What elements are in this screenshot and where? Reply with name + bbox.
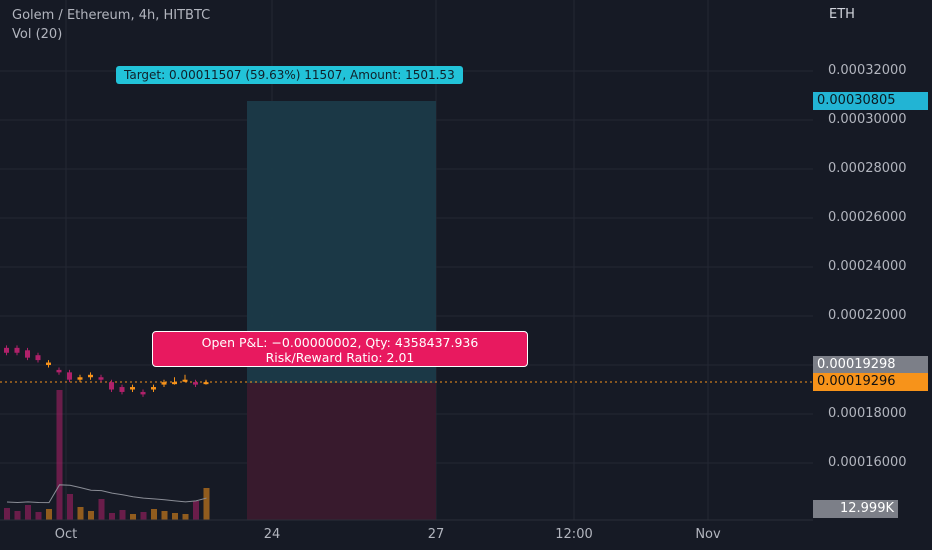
y-tick-label: 0.00024000 xyxy=(828,259,907,274)
candle[interactable] xyxy=(161,382,167,385)
candle[interactable] xyxy=(193,382,198,385)
candle[interactable] xyxy=(109,382,114,390)
candle[interactable] xyxy=(77,377,83,380)
volume-ma-line xyxy=(6,484,207,504)
candle[interactable] xyxy=(88,374,93,378)
chart-title: Golem / Ethereum, 4h, HITBTC xyxy=(12,8,211,23)
volume-bar xyxy=(77,506,84,520)
candle[interactable] xyxy=(67,372,72,380)
target-price-label: 0.00030805 xyxy=(813,92,928,110)
y-tick-label: 0.00016000 xyxy=(828,455,907,470)
currency-label: ETH xyxy=(829,7,855,22)
x-tick-label: 12:00 xyxy=(555,527,593,542)
volume-value-label: 12.999K xyxy=(813,500,898,518)
volume-bar xyxy=(193,500,199,520)
candle[interactable] xyxy=(98,377,104,380)
risk-reward-text: Risk/Reward Ratio: 2.01 xyxy=(265,350,415,365)
pnl-info-label[interactable]: Open P&L: −0.00000002, Qty: 4358437.936 … xyxy=(152,331,528,367)
last-price-label: 0.00019298 xyxy=(813,356,928,374)
candle[interactable] xyxy=(56,369,62,373)
volume-bar xyxy=(203,487,210,520)
volume-bar xyxy=(161,510,168,520)
pnl-text: Open P&L: −0.00000002, Qty: 4358437.936 xyxy=(201,335,479,350)
volume-bar xyxy=(25,504,31,520)
volume-bar xyxy=(130,513,136,520)
x-tick-label: 24 xyxy=(263,527,281,542)
candle[interactable] xyxy=(119,387,125,392)
target-info-label[interactable]: Target: 0.00011507 (59.63%) 11507, Amoun… xyxy=(116,66,463,84)
candle[interactable] xyxy=(203,382,209,385)
volume-bar xyxy=(182,513,189,520)
volume-bar xyxy=(119,509,126,520)
candle[interactable] xyxy=(35,355,41,361)
y-tick-label: 0.00018000 xyxy=(828,406,907,421)
y-tick-label: 0.00026000 xyxy=(828,210,907,225)
volume-bar xyxy=(46,508,52,520)
volume-bar xyxy=(35,511,42,520)
volume-bar xyxy=(172,512,178,520)
candle[interactable] xyxy=(14,347,20,353)
volume-bar xyxy=(151,508,157,520)
stop-zone xyxy=(247,383,436,520)
y-tick-label: 0.00022000 xyxy=(828,308,907,323)
candle[interactable] xyxy=(172,382,177,385)
volume-bar xyxy=(14,510,21,520)
x-tick-label: 27 xyxy=(427,527,445,542)
y-tick-label: 0.00030000 xyxy=(828,112,907,127)
volume-bar xyxy=(88,510,94,520)
volume-bars xyxy=(4,390,210,520)
volume-bar xyxy=(109,512,115,520)
volume-indicator-label[interactable]: Vol (20) xyxy=(12,27,62,42)
candle[interactable] xyxy=(4,347,9,353)
x-tick-label: Nov xyxy=(695,527,721,542)
volume-bar xyxy=(140,511,147,520)
candle[interactable] xyxy=(182,379,188,382)
candle[interactable] xyxy=(151,387,156,390)
volume-bar xyxy=(56,390,63,520)
volume-bar xyxy=(67,493,73,520)
volume-bar xyxy=(98,498,105,520)
candle[interactable] xyxy=(46,362,51,365)
candle[interactable] xyxy=(25,350,30,358)
volume-bar xyxy=(4,507,10,520)
candle[interactable] xyxy=(130,387,135,390)
y-tick-label: 0.00032000 xyxy=(828,63,907,78)
candle[interactable] xyxy=(140,391,146,395)
x-tick-label: Oct xyxy=(54,527,78,542)
current-price-label: 0.00019296 xyxy=(813,373,928,391)
y-tick-label: 0.00028000 xyxy=(828,161,907,176)
